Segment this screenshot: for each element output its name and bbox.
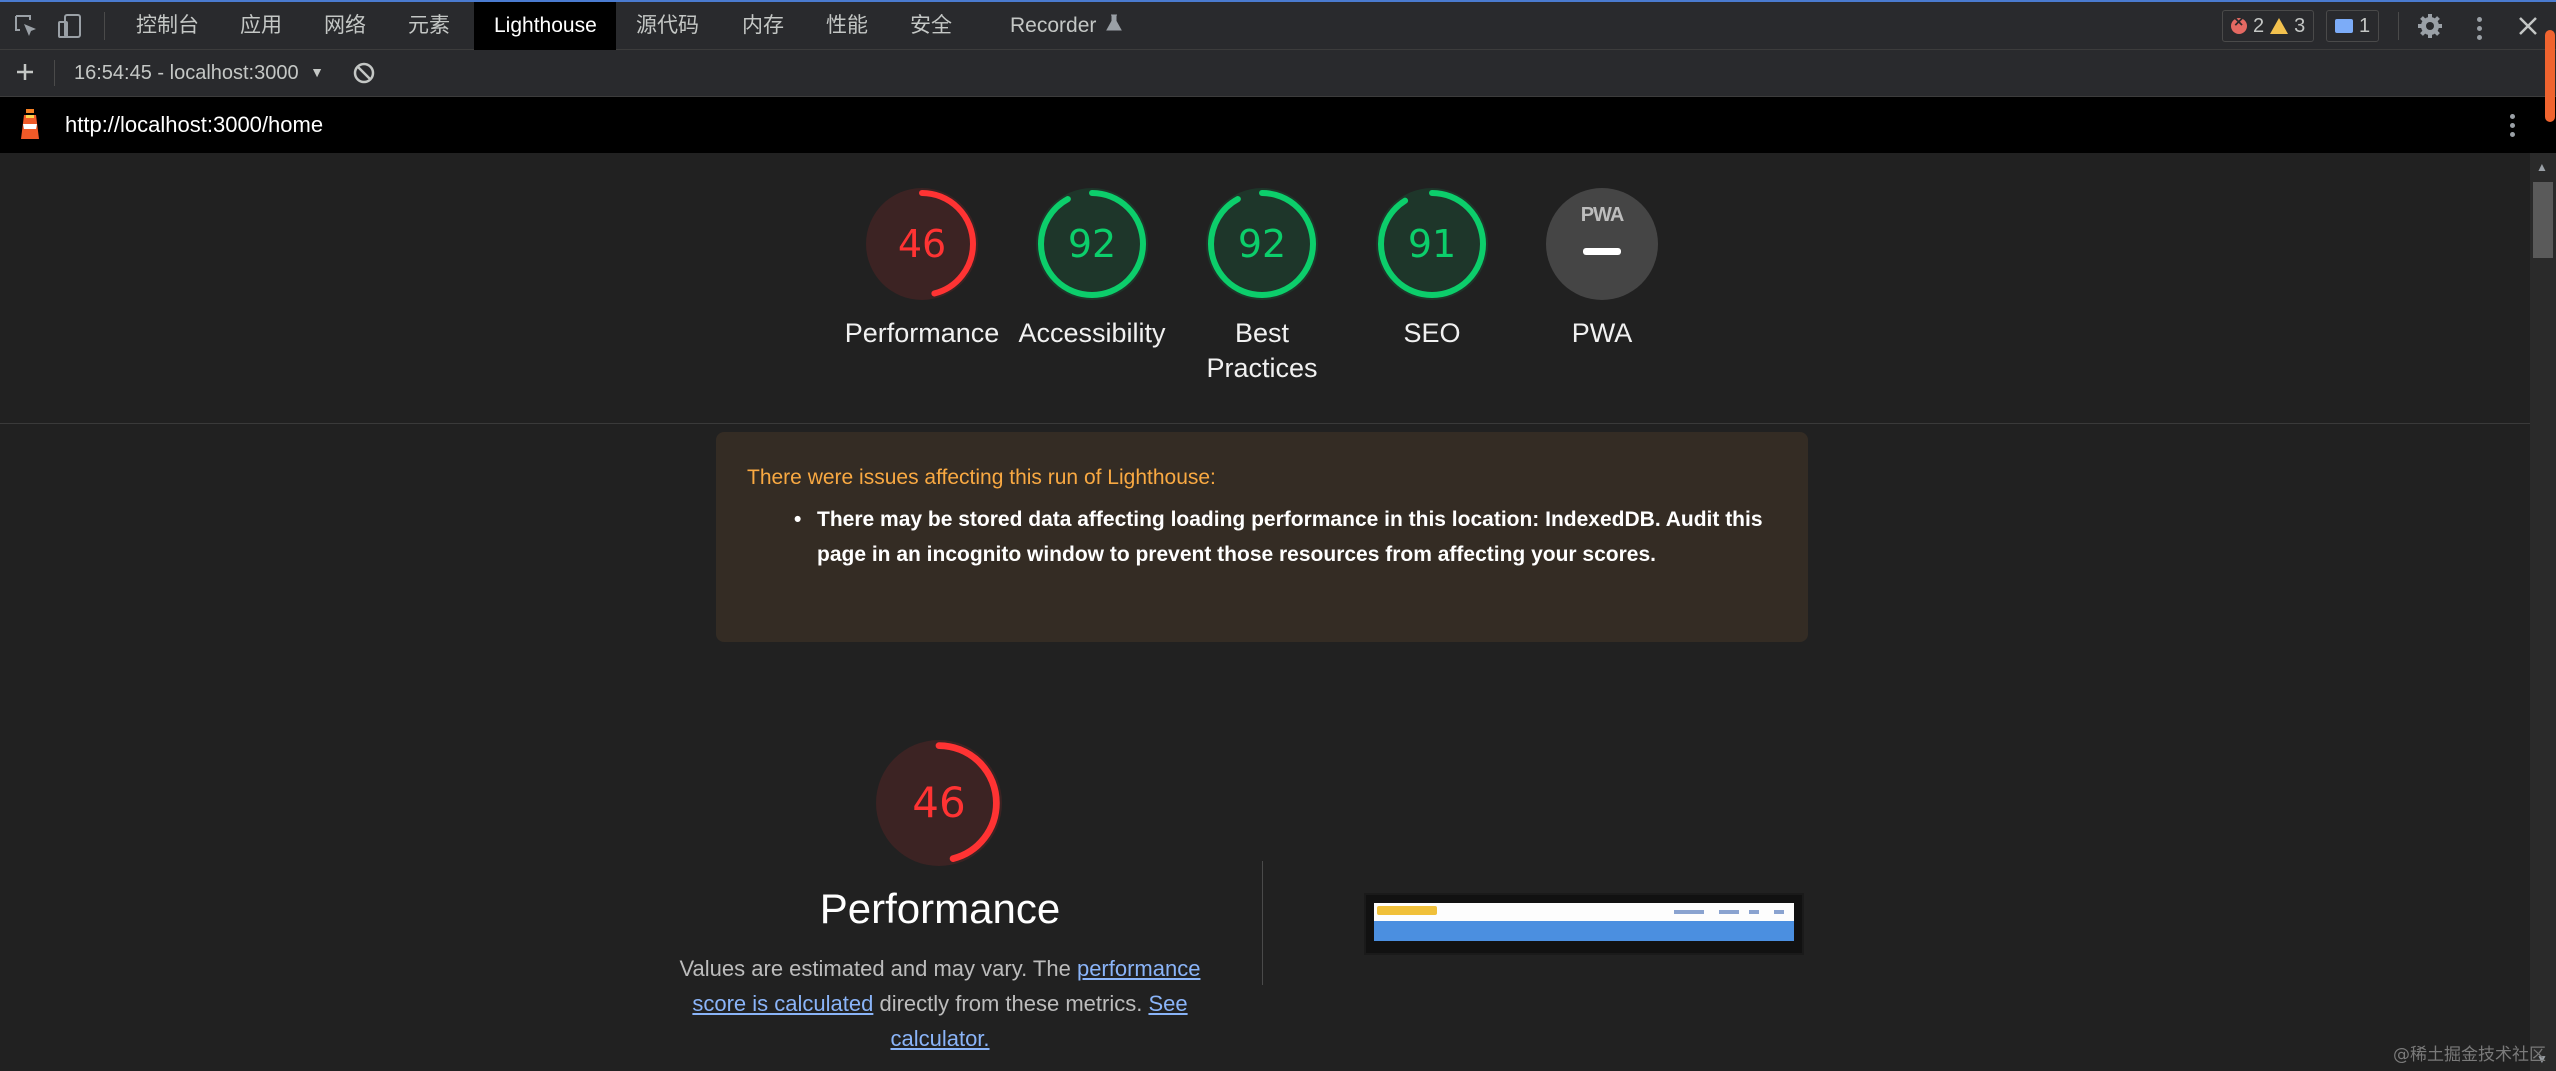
plus-icon[interactable] <box>12 59 38 85</box>
separator <box>104 12 105 40</box>
report-selector-label: 16:54:45 - localhost:3000 <box>74 62 299 84</box>
tab-lighthouse[interactable]: Lighthouse <box>474 2 616 50</box>
scroll-up-arrow-icon[interactable]: ▲ <box>2536 160 2548 174</box>
devtools-tab-bar: 控制台 应用 网络 元素 Lighthouse 源代码 内存 性能 安全 Rec… <box>0 0 2556 50</box>
issues-counter[interactable]: 2 3 <box>2222 10 2315 42</box>
error-count: 2 <box>2253 14 2265 37</box>
label-practices: Practices <box>1206 353 1318 383</box>
pwa-badge-text: PWA <box>1580 204 1625 226</box>
thumb-banner <box>1374 921 1794 941</box>
thumb-nav <box>1719 910 1739 914</box>
error-icon <box>2231 14 2247 34</box>
thumb-logo <box>1377 906 1437 915</box>
run-warnings-box: There were issues affecting this run of … <box>716 432 1808 642</box>
thumb-nav <box>1774 910 1784 914</box>
flask-icon <box>1106 2 1123 50</box>
report-scrollbar[interactable] <box>2530 153 2556 1071</box>
tab-recorder-label: Recorder <box>1010 14 1097 37</box>
separator <box>2398 12 2399 40</box>
gauge-best-practices[interactable]: 92 <box>1206 188 1318 300</box>
score-performance: 46 <box>897 222 947 266</box>
report-menu-icon[interactable] <box>2510 110 2516 141</box>
score-best-practices: 92 <box>1237 222 1287 266</box>
gauge-seo[interactable]: 91 <box>1376 188 1488 300</box>
warning-count: 3 <box>2294 14 2306 37</box>
settings-gear-icon[interactable] <box>2416 12 2444 40</box>
dropdown-arrow-icon: ▼ <box>310 64 325 80</box>
gauge-performance-large: 46 <box>876 740 1002 866</box>
watermark: @稀土掘金技术社区 <box>2393 1045 2546 1065</box>
message-icon <box>2335 19 2353 33</box>
thumb-header <box>1374 903 1794 921</box>
message-count: 1 <box>2359 14 2371 37</box>
inspect-element-icon[interactable] <box>12 12 40 40</box>
report-selector[interactable]: 16:54:45 - localhost:3000 ▼ <box>74 50 324 97</box>
more-options-icon[interactable] <box>2477 13 2483 44</box>
lighthouse-toolbar: 16:54:45 - localhost:3000 ▼ <box>0 50 2556 97</box>
thumb-nav <box>1749 910 1759 914</box>
thumb-nav <box>1674 910 1704 914</box>
tab-network[interactable]: 网络 <box>304 2 386 50</box>
report-url-bar: http://localhost:3000/home <box>0 97 2556 153</box>
performance-score: 46 <box>912 778 966 827</box>
warnings-title: There were issues affecting this run of … <box>747 466 1216 489</box>
section-divider <box>0 423 2530 424</box>
final-screenshot-thumbnail[interactable] <box>1364 893 1804 955</box>
tab-application[interactable]: 应用 <box>220 2 302 50</box>
gauge-pwa[interactable]: PWA <box>1546 188 1658 300</box>
vertical-divider <box>1262 861 1263 985</box>
performance-heading: Performance <box>819 885 1061 932</box>
tab-sources[interactable]: 源代码 <box>616 2 719 50</box>
warnings-list: There may be stored data affecting loadi… <box>747 502 1778 572</box>
separator <box>54 60 55 86</box>
tab-memory[interactable]: 内存 <box>722 2 804 50</box>
desc-text-2: directly from these metrics. <box>879 991 1143 1016</box>
tab-elements[interactable]: 元素 <box>388 2 470 50</box>
tab-console[interactable]: 控制台 <box>116 2 219 50</box>
warning-icon <box>2270 18 2289 34</box>
gauge-performance[interactable]: 46 <box>866 188 978 300</box>
desc-text-1: Values are estimated and may vary. The <box>679 956 1071 981</box>
pwa-dash-icon <box>1583 248 1621 255</box>
score-accessibility: 92 <box>1067 222 1117 266</box>
clear-block-icon[interactable] <box>352 61 376 85</box>
label-pwa: PWA <box>1571 318 1633 348</box>
report-url[interactable]: http://localhost:3000/home <box>65 97 323 153</box>
gauge-accessibility[interactable]: 92 <box>1036 188 1148 300</box>
warning-item: There may be stored data affecting loadi… <box>747 502 1778 572</box>
messages-counter[interactable]: 1 <box>2326 10 2380 42</box>
tab-performance[interactable]: 性能 <box>806 2 888 50</box>
report-scrollbar-thumb[interactable] <box>2533 182 2553 258</box>
close-icon[interactable] <box>2514 12 2542 40</box>
tab-security[interactable]: 安全 <box>890 2 972 50</box>
score-seo: 91 <box>1407 222 1457 266</box>
devtools-scrollbar-thumb[interactable] <box>2545 30 2555 122</box>
lighthouse-logo-icon <box>17 107 43 141</box>
device-toolbar-icon[interactable] <box>56 12 84 40</box>
performance-description: Values are estimated and may vary. The p… <box>660 951 1220 1056</box>
tab-recorder[interactable]: Recorder <box>990 2 1142 50</box>
